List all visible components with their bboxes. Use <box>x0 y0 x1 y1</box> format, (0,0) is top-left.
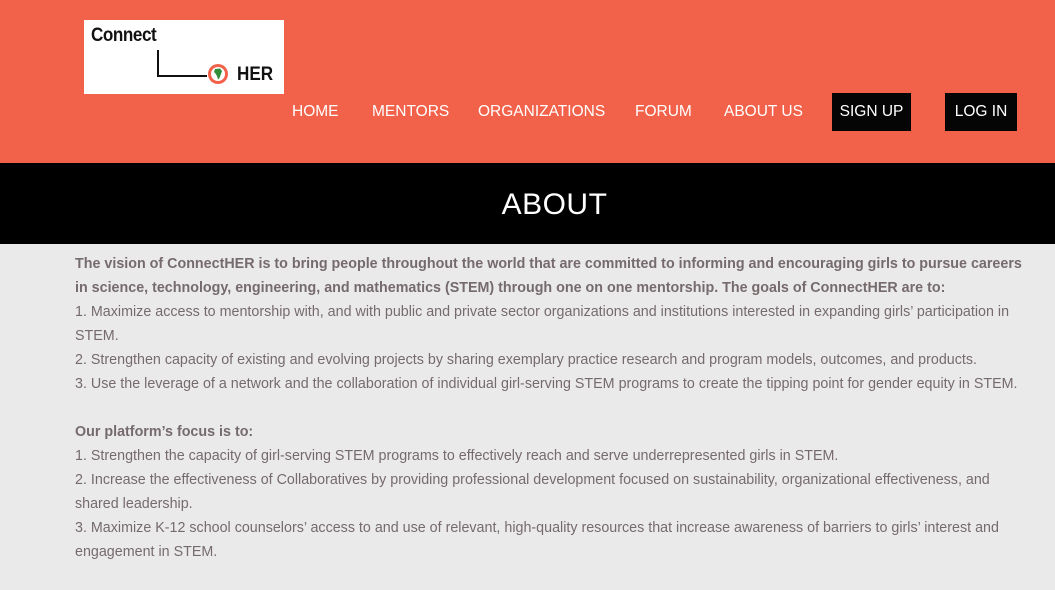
logo-word-connect: Connect <box>91 25 157 46</box>
page-title: ABOUT <box>501 188 608 221</box>
vision-statement: The vision of ConnectHER is to bring peo… <box>75 256 1022 296</box>
sign-up-button[interactable]: SIGN UP <box>832 93 911 131</box>
connecther-logo[interactable]: Connect HER <box>84 20 284 94</box>
logo-word-her: HER <box>237 64 274 85</box>
goal-item: 2. Strengthen capacity of existing and e… <box>75 352 977 368</box>
focus-item: 1. Strengthen the capacity of girl-servi… <box>75 448 839 464</box>
logo-line <box>157 50 159 77</box>
nav-home[interactable]: HOME <box>292 93 339 131</box>
focus-heading: Our platform’s focus is to: <box>75 424 254 440</box>
focus-item: 3. Maximize K-12 school counselors’ acce… <box>75 520 999 560</box>
nav-organizations[interactable]: ORGANIZATIONS <box>478 93 605 131</box>
goal-item: 3. Use the leverage of a network and the… <box>75 376 1018 392</box>
nav-mentors[interactable]: MENTORS <box>372 93 449 131</box>
log-in-button[interactable]: LOG IN <box>945 93 1017 131</box>
about-content: The vision of ConnectHER is to bring peo… <box>75 252 1025 564</box>
site-header: Connect HER HOME MENTORS ORGANIZATIONS F… <box>0 0 1055 163</box>
africa-emblem-icon <box>208 64 228 84</box>
logo-line <box>157 75 207 77</box>
nav-forum[interactable]: FORUM <box>635 93 692 131</box>
nav-about-us[interactable]: ABOUT US <box>724 93 803 131</box>
focus-item: 2. Increase the effectiveness of Collabo… <box>75 472 990 512</box>
page-banner: ABOUT <box>0 163 1055 244</box>
goal-item: 1. Maximize access to mentorship with, a… <box>75 304 1010 344</box>
